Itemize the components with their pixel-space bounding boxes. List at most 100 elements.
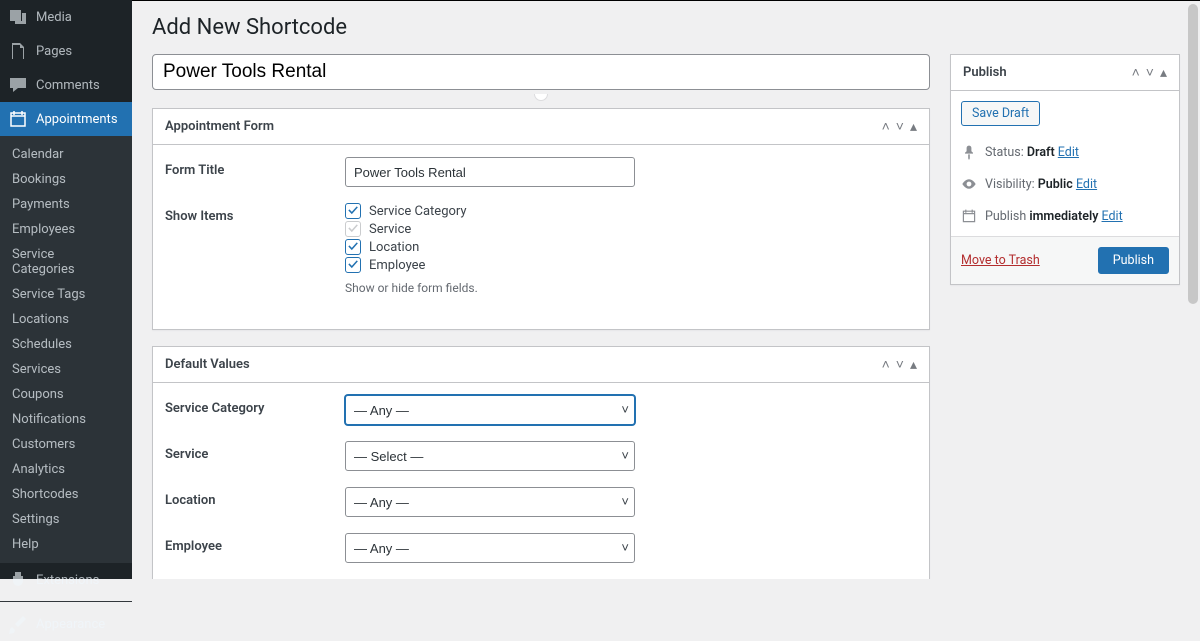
postbox-handle-actions: ˄ ˅ ▴ (1132, 66, 1167, 80)
show-item-employee[interactable]: Employee (345, 257, 917, 273)
submenu-item[interactable]: Coupons (0, 382, 132, 407)
move-down-icon[interactable]: ˅ (1146, 66, 1154, 80)
submenu-item[interactable]: Employees (0, 217, 132, 242)
comments-icon (8, 75, 28, 95)
postbox-handle-actions: ˄ ˅ ▴ (882, 358, 917, 372)
sidebar-item-label: Pages (36, 44, 72, 59)
default-location-select[interactable] (345, 487, 635, 517)
submenu-item[interactable]: Service Tags (0, 282, 132, 307)
edit-schedule-link[interactable]: Edit (1102, 209, 1123, 224)
sidebar-item-label: Appointments (36, 112, 118, 127)
default-service-select[interactable] (345, 441, 635, 471)
toggle-box-icon[interactable]: ▴ (910, 358, 917, 372)
move-up-icon[interactable]: ˄ (882, 358, 890, 372)
publish-schedule-row: Publish immediately Edit (951, 200, 1179, 232)
default-service-category-label: Service Category (165, 395, 345, 425)
submenu-item[interactable]: Help (0, 532, 132, 557)
save-draft-button[interactable]: Save Draft (961, 101, 1040, 126)
media-icon (8, 7, 28, 27)
move-down-icon[interactable]: ˅ (896, 120, 904, 134)
calendar-icon (961, 208, 977, 224)
sidebar-separator (0, 597, 132, 602)
default-location-label: Location (165, 487, 345, 517)
visibility-value: Public (1038, 177, 1073, 192)
move-up-icon[interactable]: ˄ (882, 120, 890, 134)
pages-icon (8, 41, 28, 61)
status-label: Status: (985, 145, 1024, 160)
sidebar-item-label: Appearance (36, 617, 105, 632)
publish-status-row: Status: Draft Edit (951, 136, 1179, 168)
postbox-handle-actions: ˄ ˅ ▴ (882, 120, 917, 134)
move-to-trash-link[interactable]: Move to Trash (961, 253, 1040, 268)
show-item-service-category[interactable]: Service Category (345, 203, 917, 219)
form-title-input[interactable] (345, 157, 635, 187)
default-employee-select[interactable] (345, 533, 635, 563)
status-value: Draft (1027, 145, 1055, 160)
submenu-item[interactable]: Locations (0, 307, 132, 332)
default-service-category-select[interactable] (345, 395, 635, 425)
default-service-label: Service (165, 441, 345, 471)
postbox-header: Default Values ˄ ˅ ▴ (153, 347, 929, 383)
sidebar-item-comments[interactable]: Comments (0, 68, 132, 102)
move-down-icon[interactable]: ˅ (896, 358, 904, 372)
plug-icon (8, 570, 28, 590)
sidebar-item-label: Comments (36, 78, 100, 93)
show-item-service[interactable]: Service (345, 221, 917, 237)
sidebar-item-label: Media (36, 10, 72, 25)
toggle-box-icon[interactable]: ▴ (1160, 66, 1167, 80)
drag-handle-icon[interactable] (534, 94, 548, 101)
submenu-item[interactable]: Schedules (0, 332, 132, 357)
edit-visibility-link[interactable]: Edit (1076, 177, 1097, 192)
publish-time: immediately (1029, 209, 1098, 224)
form-title-label: Form Title (165, 157, 345, 187)
checkbox-icon[interactable] (345, 203, 361, 219)
default-employee-label: Employee (165, 533, 345, 563)
submenu-item[interactable]: Analytics (0, 457, 132, 482)
edit-status-link[interactable]: Edit (1058, 145, 1079, 160)
submenu-item[interactable]: Bookings (0, 167, 132, 192)
sidebar-item-appearance[interactable]: Appearance (0, 607, 132, 641)
publish-button[interactable]: Publish (1098, 247, 1169, 274)
postbox-header: Appointment Form ˄ ˅ ▴ (153, 109, 929, 145)
publish-visibility-row: Visibility: Public Edit (951, 168, 1179, 200)
show-items-hint: Show or hide form fields. (345, 281, 917, 295)
page-title: Add New Shortcode (152, 15, 1180, 40)
submenu-item[interactable]: Calendar (0, 142, 132, 167)
visibility-label: Visibility: (985, 177, 1035, 192)
show-item-location[interactable]: Location (345, 239, 917, 255)
checkbox-icon[interactable] (345, 221, 361, 237)
publish-label: Publish (985, 209, 1026, 224)
sidebar-item-label: Extensions (36, 573, 99, 588)
submenu-item[interactable]: Notifications (0, 407, 132, 432)
sidebar-item-media[interactable]: Media (0, 0, 132, 34)
page-scrollbar[interactable] (1186, 0, 1200, 579)
postbox-title: Publish (963, 65, 1007, 80)
shortcode-title-input[interactable] (152, 54, 930, 90)
sidebar-submenu: Calendar Bookings Payments Employees Ser… (0, 136, 132, 563)
pin-icon (961, 144, 977, 160)
show-items-label: Show Items (165, 203, 345, 295)
publish-box: Publish ˄ ˅ ▴ Save Draft Status: (950, 54, 1180, 285)
sidebar-item-appointments[interactable]: Appointments (0, 102, 132, 136)
checkbox-icon[interactable] (345, 239, 361, 255)
calendar-icon (8, 109, 28, 129)
brush-icon (8, 614, 28, 634)
submenu-item[interactable]: Service Categories (0, 242, 132, 282)
sidebar-item-extensions[interactable]: Extensions (0, 563, 132, 597)
postbox-header: Publish ˄ ˅ ▴ (951, 55, 1179, 91)
sidebar-item-pages[interactable]: Pages (0, 34, 132, 68)
submenu-item[interactable]: Shortcodes (0, 482, 132, 507)
eye-icon (961, 176, 977, 192)
default-values-box: Default Values ˄ ˅ ▴ Service Category (152, 346, 930, 579)
main-content: Add New Shortcode Appointment Form ˄ ˅ ▴ (132, 0, 1200, 579)
toggle-box-icon[interactable]: ▴ (910, 120, 917, 134)
postbox-title: Default Values (165, 357, 250, 372)
submenu-item[interactable]: Payments (0, 192, 132, 217)
postbox-title: Appointment Form (165, 119, 274, 134)
scrollbar-thumb[interactable] (1188, 4, 1198, 304)
submenu-item[interactable]: Customers (0, 432, 132, 457)
move-up-icon[interactable]: ˄ (1132, 66, 1140, 80)
submenu-item[interactable]: Services (0, 357, 132, 382)
checkbox-icon[interactable] (345, 257, 361, 273)
submenu-item[interactable]: Settings (0, 507, 132, 532)
